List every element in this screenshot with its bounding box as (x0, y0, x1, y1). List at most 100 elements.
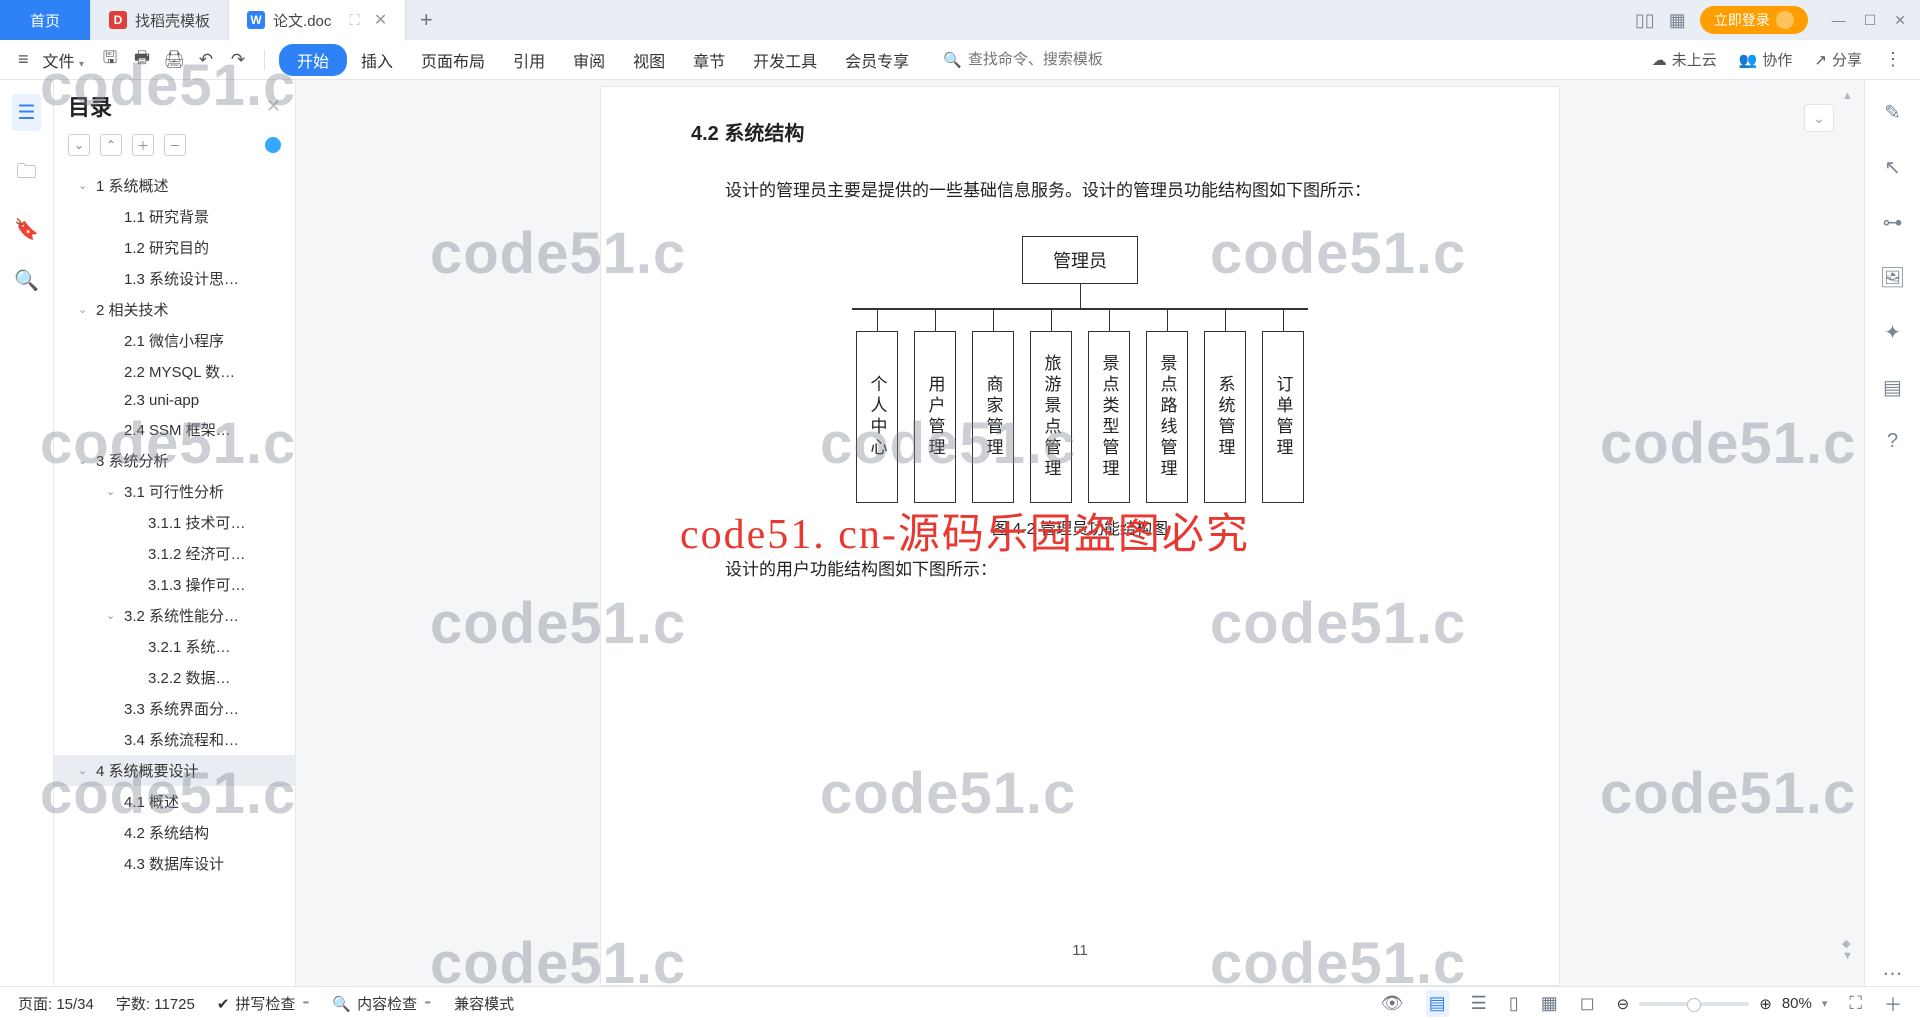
add-pane-icon[interactable]: ＋ (1884, 991, 1902, 1017)
outline-node[interactable]: ⌄2 相关技术 (54, 294, 295, 325)
expand-level-button[interactable]: ⌃ (100, 134, 122, 156)
ribbon-tab-0[interactable]: 开始 (279, 44, 347, 76)
outline-node[interactable]: 2.3 uni-app (54, 387, 295, 414)
tab-home[interactable]: 首页 (0, 0, 91, 40)
eye-care-icon[interactable]: 👁 (1381, 993, 1404, 1014)
file-menu[interactable]: 文件 ▾ (37, 48, 91, 72)
tab-template-store[interactable]: D 找稻壳模板 (91, 0, 229, 40)
outline-node[interactable]: 3.2.1 系统… (54, 631, 295, 662)
document-viewport[interactable]: ⌄ ▲◆▼ 4.2 系统结构 设计的管理员主要是提供的一些基础信息服务。设计的管… (296, 80, 1864, 986)
ribbon-tab-5[interactable]: 视图 (619, 48, 679, 72)
present-icon[interactable]: ⛶ (349, 12, 360, 29)
ribbon-tab-1[interactable]: 插入 (347, 48, 407, 72)
command-search[interactable]: 🔍 (943, 51, 1644, 69)
spell-check-toggle[interactable]: ✔拼写检查 ⁃ (217, 993, 311, 1014)
reading-view-icon[interactable]: ▯ (1509, 993, 1519, 1014)
add-heading-button[interactable]: ＋ (132, 134, 154, 156)
outline-node[interactable]: 4.1 概述 (54, 786, 295, 817)
outline-node[interactable]: ⌄4 系统概要设计 (54, 755, 295, 786)
content-check-toggle[interactable]: 🔍内容检查 ⁃ (332, 993, 432, 1014)
search-input[interactable] (968, 51, 1168, 68)
close-outline-icon[interactable]: ✕ (266, 96, 281, 117)
outline-view-icon[interactable]: ☰ (1471, 993, 1487, 1014)
focus-view-icon[interactable]: ◻ (1580, 993, 1595, 1014)
horizontal-scrollbar[interactable] (296, 970, 1842, 986)
outline-node[interactable]: ⌄3.2 系统性能分… (54, 600, 295, 631)
layout-icon[interactable]: ▯▯ (1635, 10, 1655, 31)
outline-node[interactable]: 4.3 数据库设计 (54, 848, 295, 879)
outline-node[interactable]: 2.1 微信小程序 (54, 325, 295, 356)
scroll-up-icon[interactable]: ▲ (1842, 90, 1858, 102)
ribbon-tab-4[interactable]: 审阅 (559, 48, 619, 72)
print-icon[interactable]: 🖨 (162, 48, 186, 72)
tab-document[interactable]: W 论文.doc ⛶ ✕ (229, 0, 406, 40)
close-tab-icon[interactable]: ✕ (374, 10, 387, 30)
ribbon-tab-2[interactable]: 页面布局 (407, 48, 499, 72)
select-icon[interactable]: ↖ (1884, 155, 1901, 180)
web-view-icon[interactable]: ▦ (1541, 993, 1558, 1014)
print-preview-icon[interactable]: 🖶 (130, 48, 154, 72)
outline-node[interactable]: ⌄1 系统概述 (54, 170, 295, 201)
compat-mode[interactable]: 兼容模式 (454, 993, 514, 1014)
outline-node[interactable]: 3.1.1 技术可… (54, 507, 295, 538)
vertical-scrollbar[interactable]: ▲ ◆▼ (1842, 90, 1858, 962)
outline-node[interactable]: 3.2.2 数据… (54, 662, 295, 693)
zoom-out-icon[interactable]: ⊖ (1617, 995, 1630, 1013)
undo-icon[interactable]: ↶ (194, 48, 218, 72)
hamburger-icon[interactable]: ≡ (18, 49, 29, 70)
outline-node[interactable]: 2.2 MYSQL 数… (54, 356, 295, 387)
minimize-button[interactable]: — (1832, 12, 1846, 29)
find-icon[interactable]: 🔍 (14, 268, 39, 293)
zoom-control[interactable]: ⊖ ⊕ 80% ▾ (1617, 995, 1828, 1013)
zoom-in-icon[interactable]: ⊕ (1759, 995, 1772, 1013)
settings-slider-icon[interactable]: ⊶ (1883, 210, 1903, 235)
ribbon-tab-8[interactable]: 会员专享 (831, 48, 923, 72)
scroll-down-icon[interactable]: ▼ (1842, 950, 1858, 962)
chevron-down-icon[interactable]: ▾ (1822, 997, 1828, 1010)
page-view-icon[interactable]: ▤ (1426, 990, 1449, 1017)
outline-node[interactable]: 3.1.2 经济可… (54, 538, 295, 569)
outline-node[interactable]: 3.1.3 操作可… (54, 569, 295, 600)
outline-node[interactable]: 4.2 系统结构 (54, 817, 295, 848)
close-window-button[interactable]: ✕ (1894, 12, 1906, 29)
apps-icon[interactable]: ▦ (1669, 10, 1686, 31)
outline-node[interactable]: ⌄3.1 可行性分析 (54, 476, 295, 507)
maximize-button[interactable]: ☐ (1864, 12, 1877, 29)
section-icon[interactable]: 🗀 (17, 157, 37, 191)
new-tab-button[interactable]: + (406, 0, 446, 40)
login-button[interactable]: 立即登录 (1700, 6, 1808, 34)
remove-heading-button[interactable]: － (164, 134, 186, 156)
image-tools-icon[interactable]: 🖼 (1880, 265, 1905, 290)
collapse-level-button[interactable]: ⌄ (68, 134, 90, 156)
word-count[interactable]: 字数: 11725 (116, 993, 195, 1014)
outline-node[interactable]: 1.1 研究背景 (54, 201, 295, 232)
more-icon[interactable]: ⋮ (1884, 49, 1902, 70)
fold-ribbon-button[interactable]: ⌄ (1804, 104, 1834, 132)
zoom-value[interactable]: 80% (1782, 995, 1812, 1012)
outline-node[interactable]: 1.2 研究目的 (54, 232, 295, 263)
ribbon-tab-7[interactable]: 开发工具 (739, 48, 831, 72)
outline-node[interactable]: ⌄3 系统分析 (54, 445, 295, 476)
ai-icon[interactable]: ✦ (1884, 320, 1901, 345)
collaborate-button[interactable]: 👥协作 (1739, 49, 1793, 70)
outline-node[interactable]: 3.4 系统流程和… (54, 724, 295, 755)
ribbon-tab-6[interactable]: 章节 (679, 48, 739, 72)
scroll-marker-icon[interactable]: ◆ (1842, 937, 1858, 950)
outline-icon[interactable]: ☰ (12, 94, 42, 131)
pen-icon[interactable]: ✎ (1884, 100, 1901, 125)
bookmark-icon[interactable]: 🔖 (14, 217, 39, 242)
page-indicator[interactable]: 页面: 15/34 (18, 993, 94, 1014)
page-nav-icon[interactable]: ▤ (1883, 375, 1902, 400)
help-icon[interactable]: ? (1887, 430, 1898, 453)
outline-node[interactable]: 1.3 系统设计思… (54, 263, 295, 294)
zoom-slider[interactable] (1639, 1002, 1749, 1006)
voice-read-icon[interactable] (265, 137, 281, 153)
more-tools-icon[interactable]: ⋯ (1883, 961, 1903, 986)
fullscreen-icon[interactable]: ⛶ (1849, 993, 1862, 1014)
outline-node[interactable]: 3.3 系统界面分… (54, 693, 295, 724)
redo-icon[interactable]: ↷ (226, 48, 250, 72)
outline-node[interactable]: 2.4 SSM 框架… (54, 414, 295, 445)
cloud-status[interactable]: ☁未上云 (1652, 49, 1717, 70)
share-button[interactable]: ↗分享 (1814, 49, 1862, 70)
save-icon[interactable]: 🖫 (98, 48, 122, 72)
